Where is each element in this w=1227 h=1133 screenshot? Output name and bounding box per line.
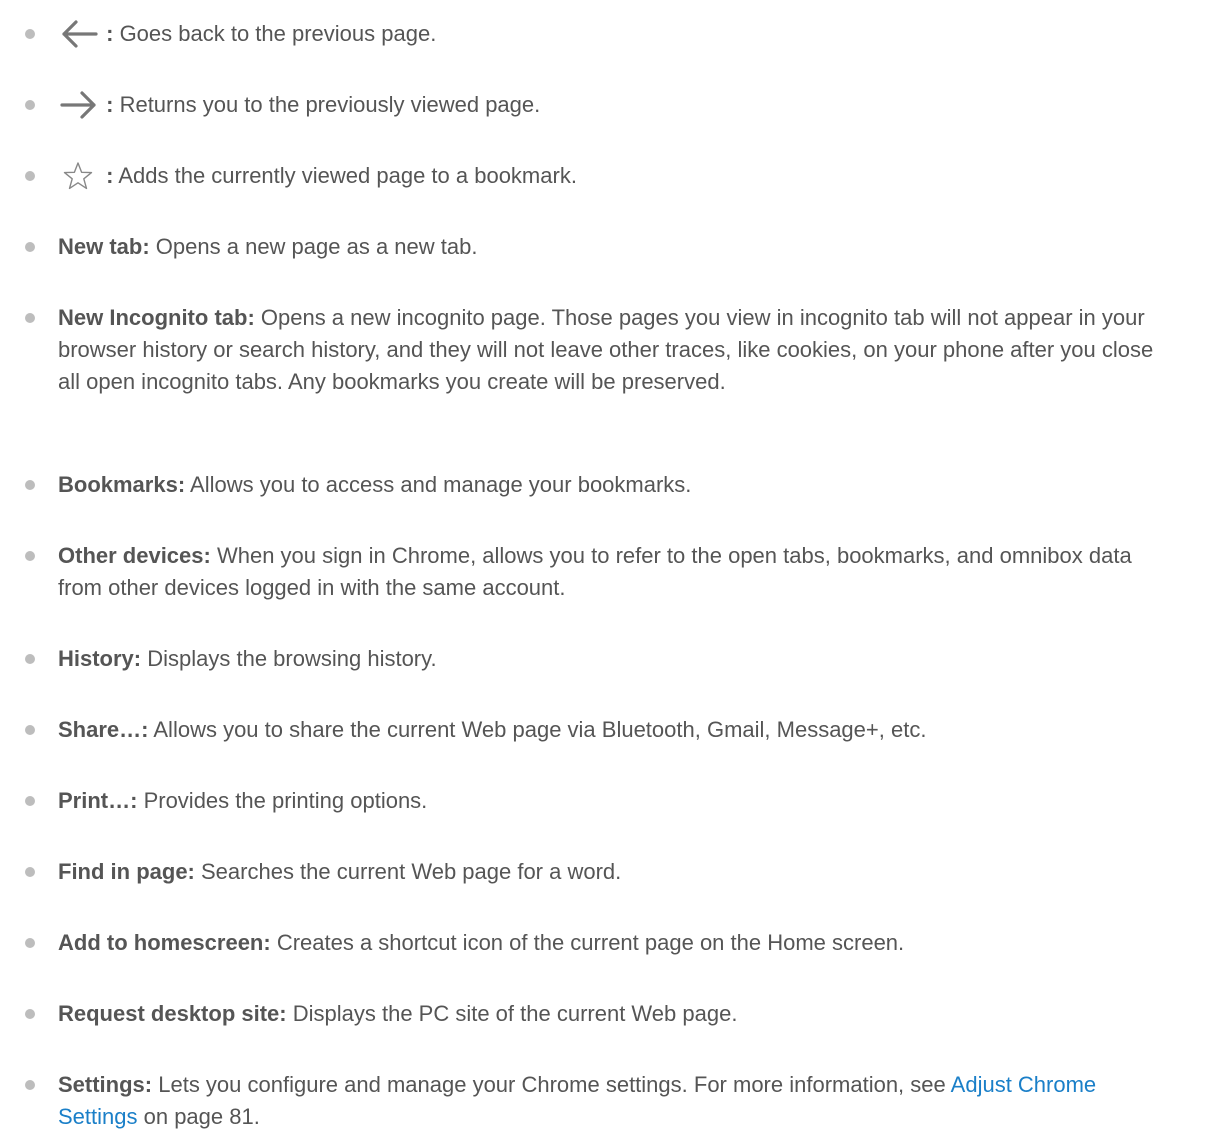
item-description: Adds the currently viewed page to a book…	[113, 163, 577, 188]
item-content: Other devices: When you sign in Chrome, …	[58, 540, 1167, 604]
item-content: Share…: Allows you to share the current …	[58, 714, 1227, 746]
bullet	[25, 796, 35, 806]
bullet	[25, 100, 35, 110]
item-description: Searches the current Web page for a word…	[194, 859, 622, 884]
forward-arrow-icon	[58, 89, 100, 121]
bullet	[25, 480, 35, 490]
item-term: Settings:	[58, 1072, 153, 1097]
item-description: Provides the printing options.	[137, 788, 428, 813]
item-description: Lets you configure and manage your Chrom…	[152, 1072, 951, 1097]
item-content: Settings: Lets you configure and manage …	[58, 1069, 1167, 1133]
item-description: Allows you to share the current Web page…	[148, 717, 927, 742]
item-content: Print…: Provides the printing options.	[58, 785, 1227, 817]
item-term: Print…:	[58, 788, 138, 813]
item-content: New Incognito tab: Opens a new incognito…	[58, 302, 1167, 398]
item-description: When you sign in Chrome, allows you to r…	[58, 543, 1132, 600]
bullet	[25, 29, 35, 39]
item-description: Displays the PC site of the current Web …	[286, 1001, 738, 1026]
back-arrow-icon	[58, 18, 100, 50]
item-term: Find in page:	[58, 859, 195, 884]
item-term: New Incognito tab:	[58, 305, 255, 330]
item-content: New tab: Opens a new page as a new tab.	[58, 231, 1227, 263]
bullet	[25, 725, 35, 735]
item-description: Creates a shortcut icon of the current p…	[270, 930, 905, 955]
bullet	[25, 171, 35, 181]
bullet	[25, 1080, 35, 1090]
item-term: History:	[58, 646, 142, 671]
item-description: Opens a new page as a new tab.	[149, 234, 478, 259]
item-term: Share…:	[58, 717, 149, 742]
item-term: Add to homescreen:	[58, 930, 271, 955]
item-content: Request desktop site: Displays the PC si…	[58, 998, 1227, 1030]
item-term: Other devices:	[58, 543, 211, 568]
item-description: Goes back to the previous page.	[113, 21, 437, 46]
star-outline-icon	[58, 160, 100, 192]
item-description: Returns you to the previously viewed pag…	[113, 92, 541, 117]
item-content: Bookmarks: Allows you to access and mana…	[58, 469, 1227, 501]
bullet	[25, 242, 35, 252]
item-description: Allows you to access and manage your boo…	[185, 472, 692, 497]
item-content: Add to homescreen: Creates a shortcut ic…	[58, 927, 1227, 959]
bullet	[25, 867, 35, 877]
bullet	[25, 1009, 35, 1019]
bullet	[25, 313, 35, 323]
item-term: Request desktop site:	[58, 1001, 287, 1026]
bullet	[25, 551, 35, 561]
item-content: History: Displays the browsing history.	[58, 643, 1227, 675]
item-term: Bookmarks:	[58, 472, 186, 497]
item-content: Find in page: Searches the current Web p…	[58, 856, 1227, 888]
bullet	[25, 654, 35, 664]
item-content: : Goes back to the previous page.	[58, 18, 1227, 50]
bullet	[25, 938, 35, 948]
item-description-after: on page 81.	[137, 1104, 260, 1129]
item-term: New tab:	[58, 234, 150, 259]
item-content: : Returns you to the previously viewed p…	[58, 89, 1227, 121]
item-content: : Adds the currently viewed page to a bo…	[58, 160, 1227, 192]
item-description: Displays the browsing history.	[141, 646, 437, 671]
